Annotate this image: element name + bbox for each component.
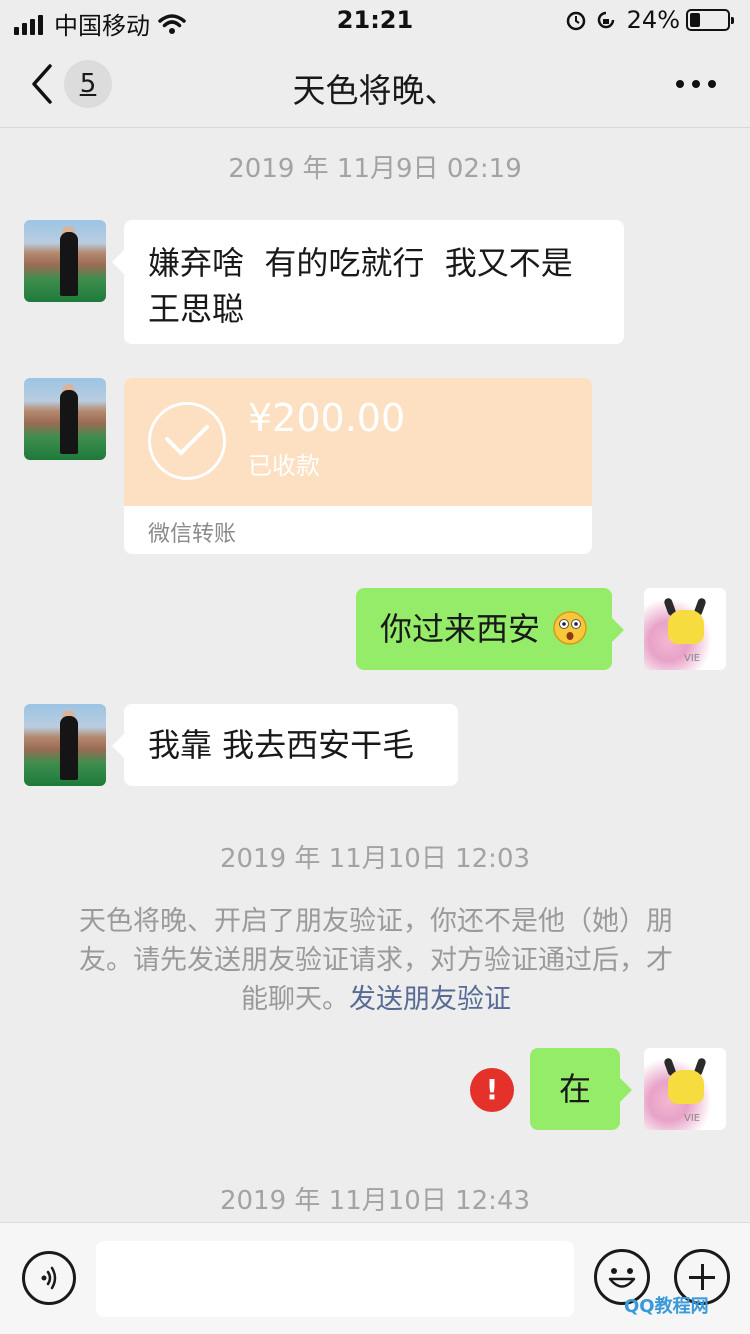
avatar-tag: VIE [684,1113,701,1124]
system-notice-line: 天色将晚、开启了朋友验证，你还不是他（她）朋 [79,906,673,937]
transfer-label: 微信转账 [148,522,237,547]
incoming-message-bubble[interactable]: 嫌弃啥 有的吃就行 我又不是 王思聪 [112,220,624,344]
surprised-emoji-icon [553,611,587,645]
more-options-button[interactable] [676,78,716,90]
send-verification-link[interactable]: 发送朋友验证 [349,984,511,1015]
system-notice-line: 友。请先发送朋友验证请求，对方验证通过后，才 [79,945,673,976]
message-timestamp: 2019 年 11月10日 12:03 [219,844,531,874]
transfer-amount: ¥200.00 [248,396,406,440]
contact-avatar[interactable] [24,704,106,786]
watermark: QQ教程网 [624,1296,709,1317]
check-circle-icon [148,402,226,480]
message-text: 我靠 我去西安干毛 [148,726,415,764]
send-failed-icon[interactable]: ! [470,1068,514,1112]
message-text-line: 王思聪 [148,290,245,328]
message-timestamp: 2019 年 11月10日 12:43 [219,1186,531,1216]
battery-icon [686,9,734,31]
avatar-tag: VIE [684,653,701,664]
self-avatar[interactable]: VIE [644,1048,726,1130]
transfer-card-header: ¥200.00 已收款 [124,378,592,506]
transfer-status: 已收款 [248,452,320,480]
voice-icon [41,1266,57,1290]
system-notice-text: 能聊天。 [241,984,349,1015]
system-notice: 天色将晚、开启了朋友验证，你还不是他（她）朋 友。请先发送朋友验证请求，对方验证… [56,902,696,1019]
outgoing-message-bubble[interactable]: 在 [530,1048,632,1130]
nav-bar: 5 天色将晚、 [0,40,750,128]
outgoing-message-bubble[interactable]: 你过来西安 [356,588,625,670]
contact-avatar[interactable] [24,378,106,460]
voice-input-button[interactable] [22,1251,76,1305]
transfer-card[interactable]: ¥200.00 已收款 微信转账 [124,378,592,554]
contact-avatar[interactable] [24,220,106,302]
message-text-line: 嫌弃啥 有的吃就行 我又不是 [148,244,573,282]
message-text: 你过来西安 [380,610,541,648]
chat-title: 天色将晚、 [292,71,458,110]
message-input[interactable] [96,1241,574,1317]
alarm-icon [566,11,585,31]
battery-percent: 24% [626,6,680,34]
rotation-lock-icon [597,11,614,29]
status-right: 24% [557,6,734,34]
self-avatar[interactable]: VIE [644,588,726,670]
message-text: 在 [558,1070,591,1108]
system-notice-line: 能聊天。发送朋友验证 [56,980,696,1019]
status-bar: 中国移动 21:21 24% [0,0,750,40]
incoming-message-bubble[interactable]: 我靠 我去西安干毛 [112,704,458,786]
message-timestamp: 2019 年 11月9日 02:19 [228,154,522,184]
